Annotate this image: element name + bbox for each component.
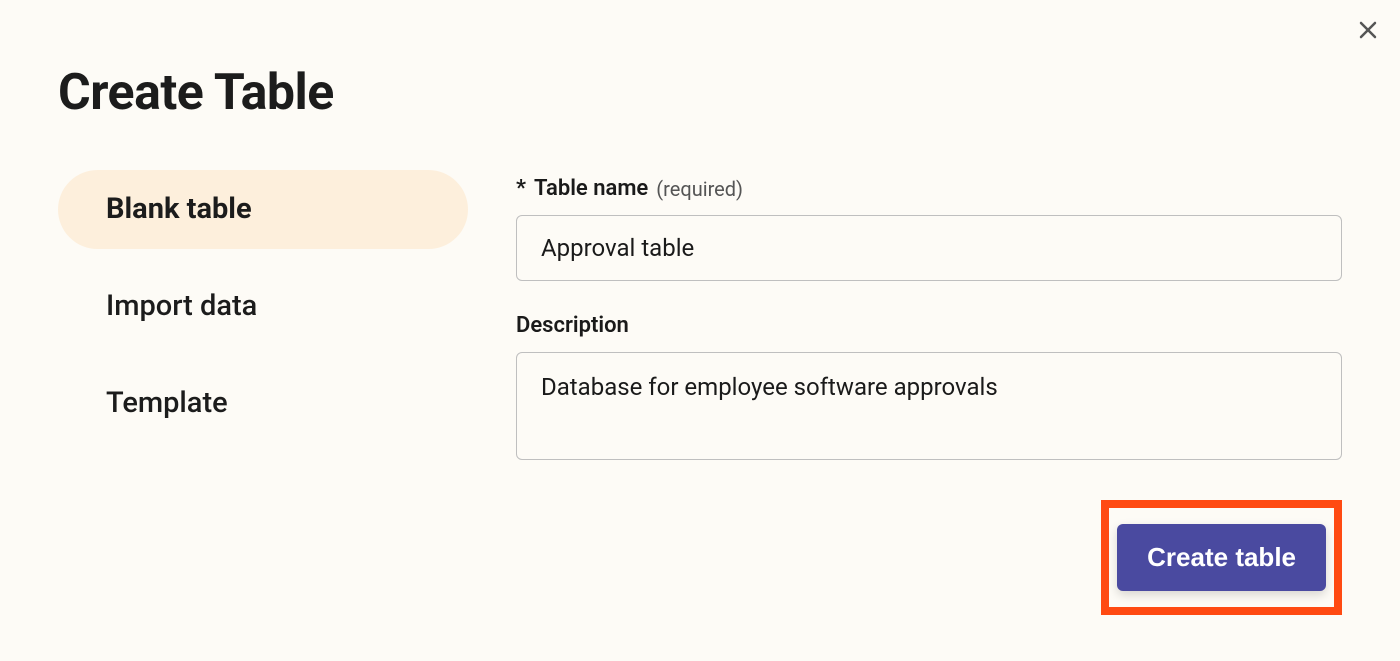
page-header: Create Table — [0, 0, 1400, 122]
table-name-field: * Table name (required) — [516, 176, 1342, 281]
sidebar: Blank table Import data Template — [58, 170, 468, 442]
sidebar-item-label: Blank table — [106, 192, 252, 226]
description-input[interactable] — [516, 352, 1342, 460]
sidebar-item-label: Import data — [106, 289, 257, 323]
table-name-label-row: * Table name (required) — [516, 176, 1342, 201]
required-asterisk: * — [516, 176, 526, 201]
form-footer: Create table — [516, 496, 1342, 615]
sidebar-item-import-data[interactable]: Import data — [58, 267, 468, 346]
table-name-hint: (required) — [656, 177, 743, 201]
table-name-label: Table name — [534, 176, 648, 201]
sidebar-item-label: Template — [106, 386, 228, 420]
close-button[interactable] — [1354, 18, 1382, 46]
description-label: Description — [516, 313, 629, 338]
sidebar-item-blank-table[interactable]: Blank table — [58, 170, 468, 249]
description-field: Description — [516, 313, 1342, 464]
table-name-input[interactable] — [516, 215, 1342, 281]
form-panel: * Table name (required) Description Crea… — [516, 170, 1342, 615]
description-label-row: Description — [516, 313, 1342, 338]
create-button-highlight: Create table — [1101, 500, 1342, 615]
close-icon — [1356, 18, 1380, 46]
sidebar-item-template[interactable]: Template — [58, 364, 468, 443]
page-title: Create Table — [58, 64, 1400, 122]
create-table-button[interactable]: Create table — [1117, 524, 1326, 591]
